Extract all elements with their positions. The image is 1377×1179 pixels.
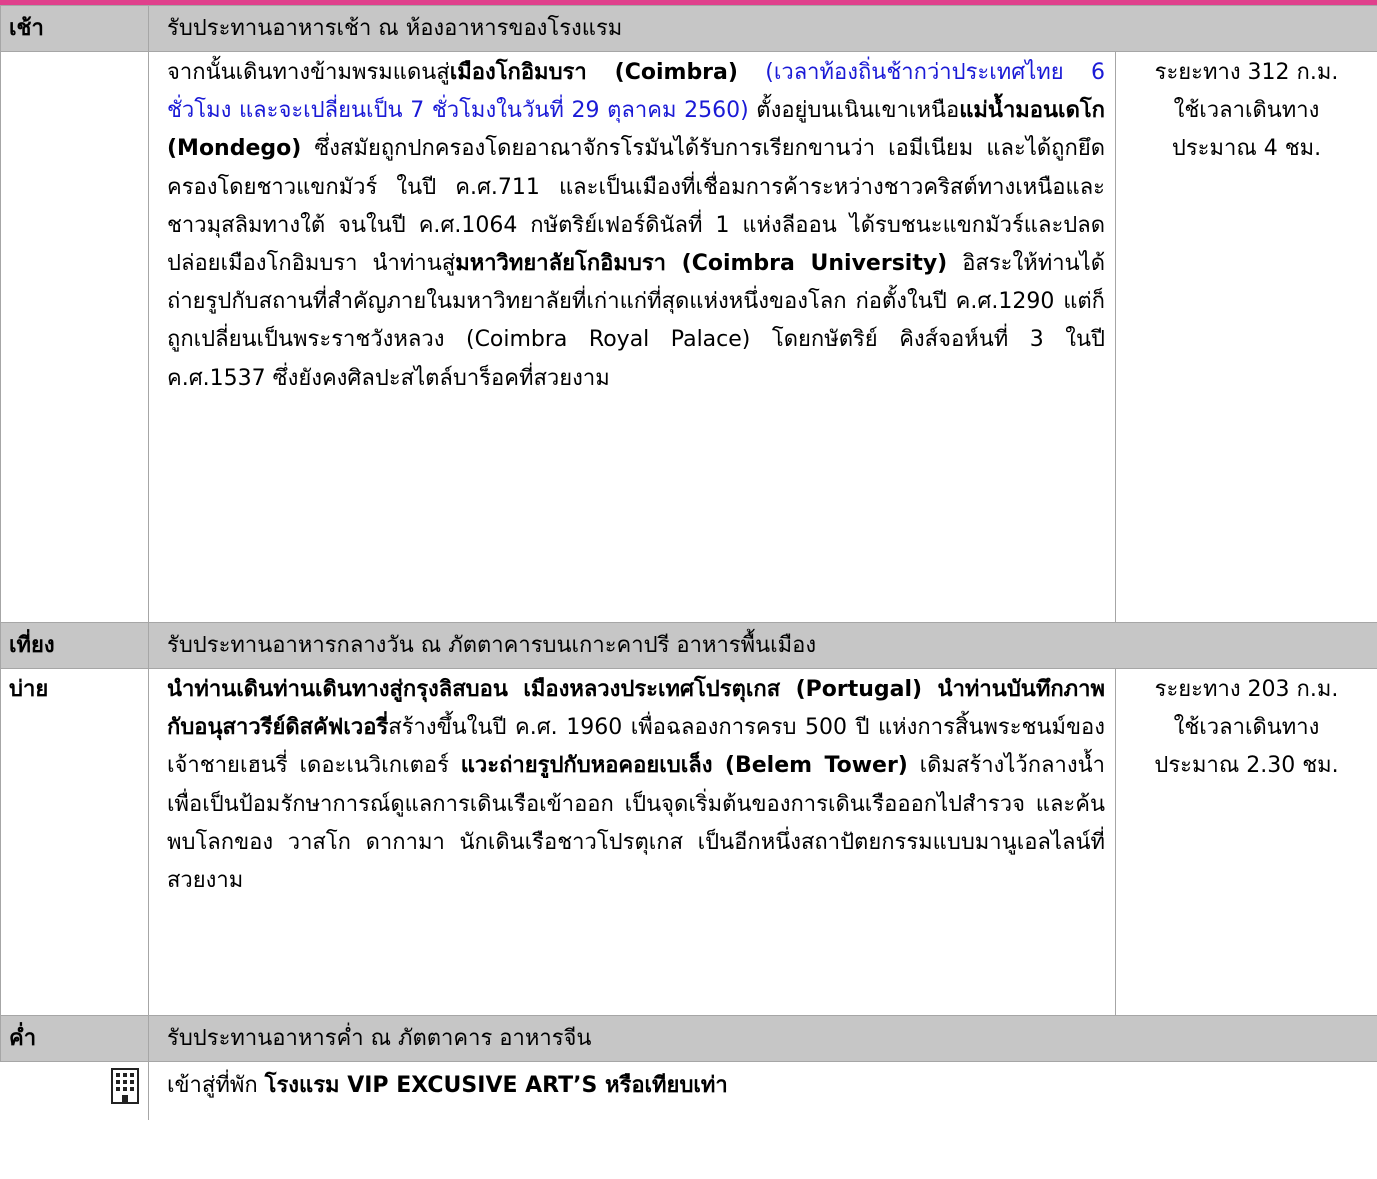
time-label-evening: ค่ำ: [0, 1015, 149, 1062]
travel-time-value: ประมาณ 4 ชม.: [1171, 136, 1322, 162]
hotel-building-icon: [110, 1068, 139, 1104]
text-span: จากนั้นเดินทางข้ามพรมแดนสู่: [167, 60, 450, 85]
distance-value: ระยะทาง 203 ก.ม.: [1154, 677, 1339, 702]
travel-time-label: ใช้เวลาเดินทาง: [1173, 98, 1320, 124]
lunch-row: เที่ยง รับประทานอาหารกลางวัน ณ ภัตตาคารบ…: [0, 622, 1377, 669]
lisbon-distance: ระยะทาง 203 ก.ม. ใช้เวลาเดินทาง ประมาณ 2…: [1115, 668, 1377, 1016]
coimbra-university-name: มหาวิทยาลัยโกอิมบรา (Coimbra University): [455, 251, 948, 277]
afternoon-row: บ่าย นำท่านเดินท่านเดินทางสู่กรุงลิสบอน …: [0, 668, 1377, 1016]
hotel-icon-cell: [1, 1062, 149, 1121]
hotel-empty-cell: [1115, 1061, 1377, 1120]
time-label-noon: เที่ยง: [0, 622, 149, 669]
time-label-afternoon: บ่าย: [0, 668, 149, 1016]
coimbra-city-name: เมืองโกอิมบรา (Coimbra): [449, 60, 738, 85]
dinner-row: ค่ำ รับประทานอาหารค่ำ ณ ภัตตาคาร อาหารจี…: [0, 1015, 1377, 1062]
belem-tower-name: แวะถ่ายรูปกับหอคอยเบเล็ง (Belem Tower): [460, 753, 908, 779]
breakfast-description: รับประทานอาหารเช้า ณ ห้องอาหารของโรงแรม: [148, 5, 1377, 52]
hotel-name: โรงแรม VIP EXCUSIVE ART’S หรือเทียบเท่า: [264, 1073, 728, 1098]
lunch-description: รับประทานอาหารกลางวัน ณ ภัตตาคารบนเกาะคา…: [148, 622, 1377, 669]
coimbra-distance: ระยะทาง 312 ก.ม. ใช้เวลาเดินทาง ประมาณ 4…: [1115, 51, 1377, 623]
travel-time-label: ใช้เวลาเดินทาง: [1173, 715, 1320, 741]
text-span: เข้าสู่ที่พัก: [167, 1073, 265, 1098]
coimbra-row: จากนั้นเดินทางข้ามพรมแดนสู่เมืองโกอิมบรา…: [0, 51, 1377, 623]
dinner-description: รับประทานอาหารค่ำ ณ ภัตตาคาร อาหารจีน: [148, 1015, 1377, 1062]
text-span: ตั้งอยู่บนเนินเขาเหนือ: [748, 98, 960, 124]
itinerary-table: เช้า รับประทานอาหารเช้า ณ ห้องอาหารของโร…: [0, 5, 1377, 1120]
breakfast-row: เช้า รับประทานอาหารเช้า ณ ห้องอาหารของโร…: [0, 5, 1377, 52]
hotel-row: เข้าสู่ที่พัก โรงแรม VIP EXCUSIVE ART’S …: [1, 1061, 1377, 1121]
time-label-morning: เช้า: [0, 5, 149, 52]
coimbra-description: จากนั้นเดินทางข้ามพรมแดนสู่เมืองโกอิมบรา…: [148, 51, 1116, 623]
travel-time-value: ประมาณ 2.30 ชม.: [1154, 753, 1339, 779]
hotel-description: เข้าสู่ที่พัก โรงแรม VIP EXCUSIVE ART’S …: [148, 1061, 1116, 1120]
time-cell-empty: [0, 51, 149, 623]
distance-value: ระยะทาง 312 ก.ม.: [1154, 60, 1339, 85]
lisbon-description: นำท่านเดินท่านเดินทางสู่กรุงลิสบอน เมือง…: [148, 668, 1116, 1016]
